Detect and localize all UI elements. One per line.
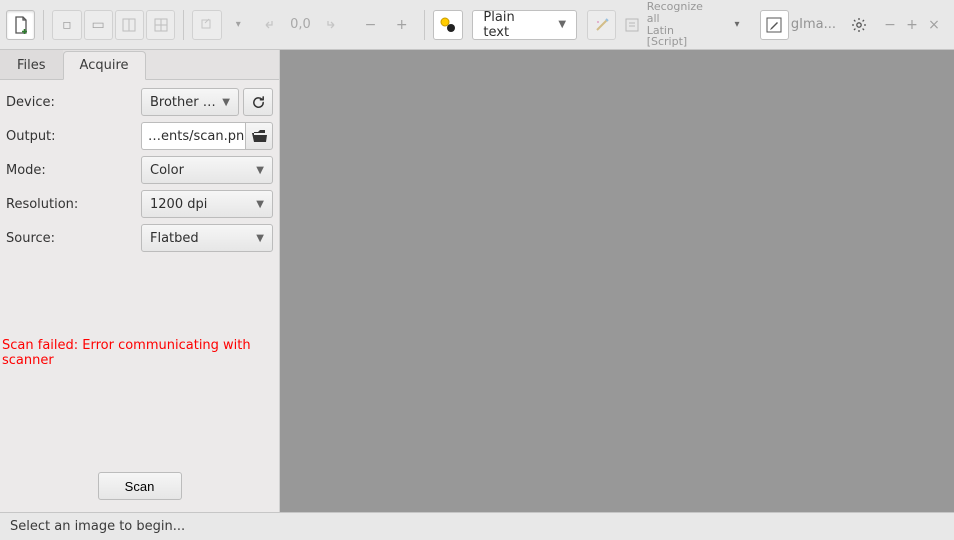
grid-button[interactable]	[146, 10, 175, 40]
toolbar: ▫ ▭ ▾ 0,0 − + Plain text ▼ Recognize all	[0, 0, 954, 50]
undo-button[interactable]	[255, 10, 284, 40]
output-format-select[interactable]: Plain text ▼	[472, 10, 577, 40]
output-label: Output:	[6, 129, 135, 144]
device-value: Brother …	[150, 95, 216, 110]
redo-button[interactable]	[317, 10, 346, 40]
close-button[interactable]: ×	[926, 17, 942, 33]
remove-button[interactable]: ▭	[84, 10, 113, 40]
mode-select[interactable]: Color ▼	[141, 156, 273, 184]
resolution-select[interactable]: 1200 dpi ▼	[141, 190, 273, 218]
status-text: Select an image to begin...	[10, 519, 185, 534]
zoom-out-button[interactable]: −	[356, 10, 385, 40]
chevron-down-icon: ▼	[558, 19, 566, 30]
source-value: Flatbed	[150, 231, 199, 246]
edit-button[interactable]	[760, 10, 789, 40]
sidebar-tabs: Files Acquire	[0, 50, 279, 80]
device-label: Device:	[6, 95, 135, 110]
device-refresh-button[interactable]	[243, 88, 273, 116]
output-format-label: Plain text	[483, 10, 542, 40]
chevron-down-icon: ▼	[256, 199, 264, 210]
output-browse-button[interactable]	[245, 122, 273, 150]
settings-button[interactable]	[844, 10, 874, 40]
recognize-line2: Latin [Script]	[647, 25, 718, 48]
recognize-line1: Recognize all	[647, 1, 718, 24]
chevron-down-icon: ▼	[256, 233, 264, 244]
zoom-in-button[interactable]: +	[387, 10, 416, 40]
maximize-button[interactable]: +	[904, 17, 920, 33]
status-bar: Select an image to begin...	[0, 512, 954, 540]
titlebar-cluster: gIma... − + ×	[791, 10, 948, 40]
scan-row: Scan	[0, 462, 279, 512]
tab-acquire[interactable]: Acquire	[63, 51, 146, 80]
scan-button[interactable]: Scan	[98, 472, 182, 500]
tab-files[interactable]: Files	[0, 50, 63, 79]
chevron-down-icon: ▼	[222, 97, 230, 108]
resolution-value: 1200 dpi	[150, 197, 207, 212]
source-select[interactable]: Flatbed ▼	[141, 224, 273, 252]
coords-readout: 0,0	[286, 17, 315, 32]
recognize-all-button[interactable]: Recognize all Latin [Script]	[618, 9, 724, 41]
separator	[183, 10, 184, 40]
brightness-contrast-button[interactable]	[433, 10, 462, 40]
columns-button[interactable]	[115, 10, 144, 40]
window-title: gIma...	[791, 17, 836, 32]
chevron-down-icon: ▼	[256, 165, 264, 176]
acquire-form: Device: Brother … ▼ Output: …ents/scan.p…	[0, 80, 279, 252]
separator	[424, 10, 425, 40]
resolution-label: Resolution:	[6, 197, 135, 212]
rotate-button[interactable]	[192, 10, 221, 40]
rotate-dd[interactable]: ▾	[224, 10, 253, 40]
error-message: Scan failed: Error communicating with sc…	[0, 338, 279, 368]
recognize-dd[interactable]: ▾	[726, 9, 747, 41]
app-window: ▫ ▭ ▾ 0,0 − + Plain text ▼ Recognize all	[0, 0, 954, 540]
add-button[interactable]: ▫	[52, 10, 81, 40]
source-label: Source:	[6, 231, 135, 246]
sidebar: Files Acquire Device: Brother … ▼ Output…	[0, 50, 280, 512]
minimize-button[interactable]: −	[882, 17, 898, 33]
mode-value: Color	[150, 163, 184, 178]
output-path-field[interactable]: …ents/scan.png	[141, 122, 245, 150]
new-page-button[interactable]	[6, 10, 35, 40]
body: Files Acquire Device: Brother … ▼ Output…	[0, 50, 954, 512]
separator	[43, 10, 44, 40]
mode-label: Mode:	[6, 163, 135, 178]
canvas-area	[280, 50, 954, 512]
magic-wand-button[interactable]	[587, 10, 616, 40]
device-select[interactable]: Brother … ▼	[141, 88, 239, 116]
